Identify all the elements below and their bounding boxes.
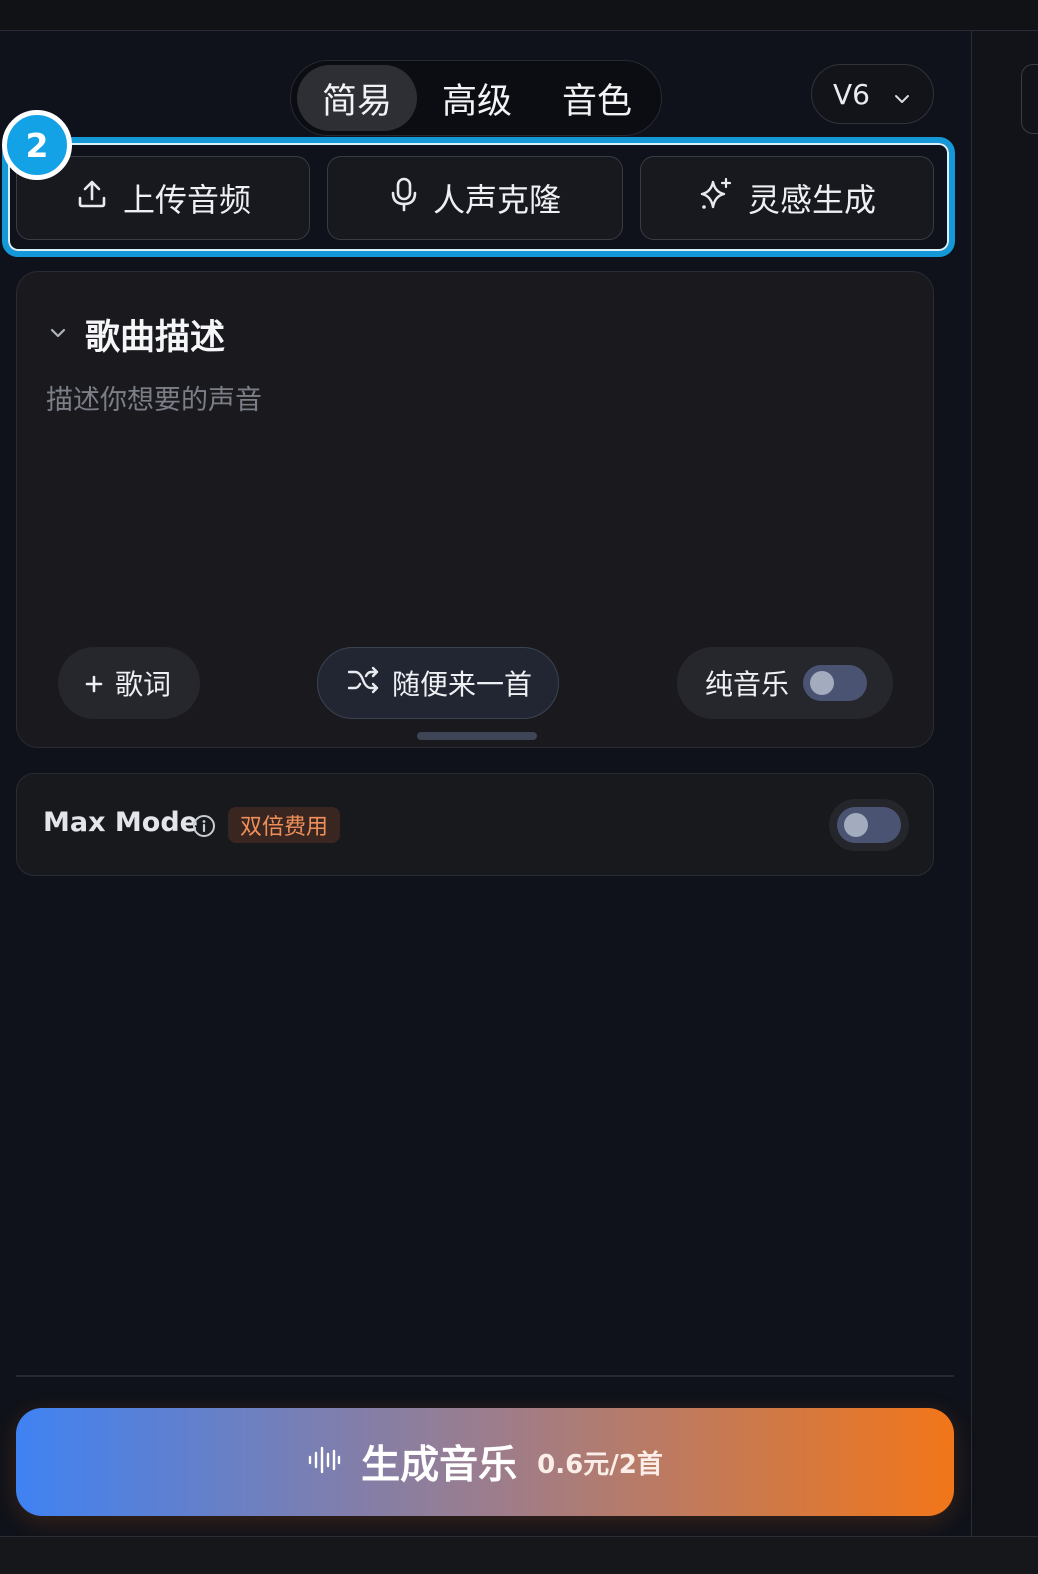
song-description-title: 歌曲描述 bbox=[85, 318, 226, 358]
double-cost-badge: 双倍费用 bbox=[228, 807, 341, 843]
version-label: V6 bbox=[833, 77, 870, 111]
chevron-down-icon bbox=[892, 83, 912, 116]
divider bbox=[16, 1375, 954, 1377]
add-lyrics-button[interactable]: 歌词 bbox=[58, 647, 200, 719]
upload-audio-label: 上传音频 bbox=[122, 181, 251, 219]
tab-simple[interactable]: 简易 bbox=[297, 65, 417, 131]
song-description-input[interactable]: 描述你想要的声音 bbox=[46, 378, 262, 417]
inspiration-button[interactable]: 灵感生成 bbox=[640, 156, 934, 240]
random-song-label: 随便来一首 bbox=[392, 668, 533, 701]
toggle-knob bbox=[844, 813, 868, 837]
shuffle-icon bbox=[346, 665, 380, 702]
upload-icon bbox=[75, 177, 109, 219]
sparkle-icon bbox=[698, 176, 734, 220]
generate-price: 0.6元/2首 bbox=[537, 1449, 663, 1480]
max-mode-toggle-wrap bbox=[829, 799, 909, 851]
instrumental-toggle[interactable] bbox=[803, 665, 868, 701]
step-badge: 2 bbox=[2, 110, 72, 180]
generate-music-label: 生成音乐 bbox=[361, 1443, 518, 1488]
waveform-icon bbox=[307, 1445, 341, 1479]
mode-tabs: 简易 高级 音色 bbox=[290, 60, 662, 136]
chevron-down-icon bbox=[47, 322, 69, 348]
add-lyrics-label: 歌词 bbox=[115, 668, 172, 701]
voice-clone-button[interactable]: 人声克隆 bbox=[327, 156, 623, 240]
top-bar bbox=[0, 0, 1038, 31]
inspiration-label: 灵感生成 bbox=[747, 181, 876, 219]
right-panel bbox=[971, 31, 1038, 1536]
max-mode-toggle[interactable] bbox=[837, 807, 901, 843]
generate-music-button[interactable]: 生成音乐 0.6元/2首 bbox=[16, 1408, 954, 1516]
random-song-button[interactable]: 随便来一首 bbox=[317, 647, 559, 719]
version-select[interactable]: V6 bbox=[811, 64, 934, 124]
microphone-icon bbox=[389, 176, 419, 220]
tab-voice[interactable]: 音色 bbox=[537, 65, 657, 131]
instrumental-label: 纯音乐 bbox=[705, 668, 790, 701]
resize-handle[interactable] bbox=[417, 732, 537, 740]
max-mode-card: Max Mode 双倍费用 bbox=[16, 773, 934, 876]
plus-icon bbox=[85, 667, 103, 700]
max-mode-label: Max Mode bbox=[43, 807, 198, 838]
right-panel-button[interactable] bbox=[1021, 64, 1038, 134]
voice-clone-label: 人声克隆 bbox=[432, 181, 561, 219]
tab-advanced[interactable]: 高级 bbox=[417, 65, 537, 131]
info-icon[interactable] bbox=[192, 814, 216, 842]
instrumental-toggle-group: 纯音乐 bbox=[677, 647, 893, 719]
bottom-bar bbox=[0, 1536, 1038, 1574]
song-description-header[interactable]: 歌曲描述 bbox=[47, 309, 225, 360]
toggle-knob bbox=[810, 671, 835, 695]
song-description-card: 歌曲描述 描述你想要的声音 歌词 随便来一首 纯音乐 bbox=[16, 271, 934, 748]
